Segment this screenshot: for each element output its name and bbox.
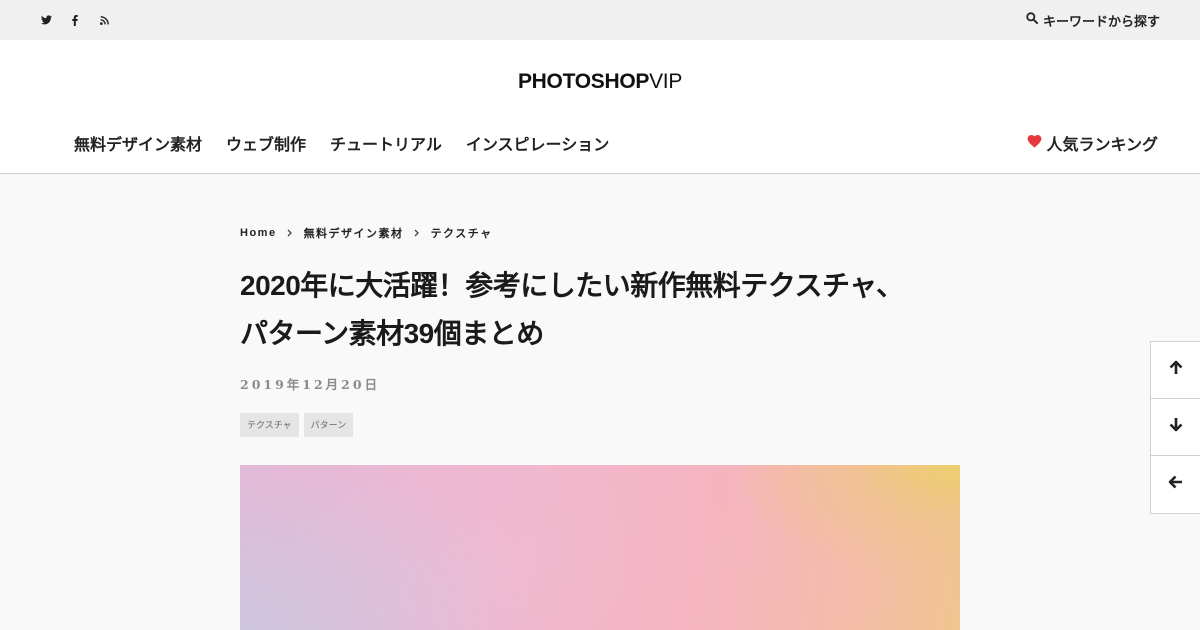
- scroll-top-button[interactable]: [1151, 342, 1200, 399]
- rss-icon[interactable]: [96, 12, 112, 28]
- top-bar: キーワードから探す: [0, 0, 1200, 40]
- ranking-label: 人気ランキング: [1046, 137, 1158, 154]
- arrow-down-icon: [1169, 417, 1183, 437]
- heart-icon: [1027, 134, 1042, 153]
- twitter-icon[interactable]: [38, 12, 54, 28]
- arrow-left-icon: [1168, 475, 1183, 494]
- nav-item-tutorial[interactable]: チュートリアル: [330, 131, 442, 155]
- facebook-icon[interactable]: [67, 12, 83, 28]
- search-link[interactable]: キーワードから探す: [1026, 11, 1160, 29]
- hero-image[interactable]: [240, 465, 960, 630]
- logo-text-bold: PHOTOSHOP: [517, 70, 650, 93]
- chevron-right-icon: [287, 229, 292, 237]
- breadcrumb-texture[interactable]: テクスチャ: [431, 225, 493, 241]
- nav-item-inspiration[interactable]: インスピレーション: [466, 131, 609, 155]
- tag-texture[interactable]: テクスチャ: [240, 413, 299, 437]
- article-title-line-1: 2020年に大活躍！参考にしたい新作無料テクスチャ、: [240, 270, 904, 301]
- chevron-right-icon: [414, 229, 419, 237]
- breadcrumb-home[interactable]: Home: [240, 227, 277, 239]
- scroll-controls: [1150, 341, 1200, 514]
- arrow-up-icon: [1169, 360, 1183, 380]
- search-label: キーワードから探す: [1042, 13, 1160, 29]
- scroll-bottom-button[interactable]: [1151, 399, 1200, 456]
- article-title: 2020年に大活躍！参考にしたい新作無料テクスチャ、 パターン素材39個まとめ: [240, 262, 980, 358]
- main-nav: 無料デザイン素材 ウェブ制作 チュートリアル インスピレーション: [74, 131, 609, 155]
- breadcrumb-free-design-assets[interactable]: 無料デザイン素材: [304, 225, 404, 241]
- nav-item-web-production[interactable]: ウェブ制作: [226, 131, 306, 155]
- ranking-link[interactable]: 人気ランキング: [1027, 131, 1158, 155]
- article-title-line-2: パターン素材39個まとめ: [240, 318, 544, 349]
- breadcrumb: Home 無料デザイン素材 テクスチャ: [240, 225, 493, 241]
- nav-item-free-design-assets[interactable]: 無料デザイン素材: [74, 131, 202, 155]
- back-button[interactable]: [1151, 456, 1200, 513]
- site-logo[interactable]: PHOTOSHOPVIP: [0, 70, 1200, 94]
- site-header: PHOTOSHOPVIP 無料デザイン素材 ウェブ制作 チュートリアル インスピ…: [0, 40, 1200, 174]
- article-tags: テクスチャ パターン: [240, 413, 354, 437]
- search-icon: [1026, 11, 1039, 29]
- article-date: 2019年12月20日: [240, 377, 381, 392]
- logo-text-light: VIP: [649, 70, 683, 93]
- tag-pattern[interactable]: パターン: [303, 413, 354, 437]
